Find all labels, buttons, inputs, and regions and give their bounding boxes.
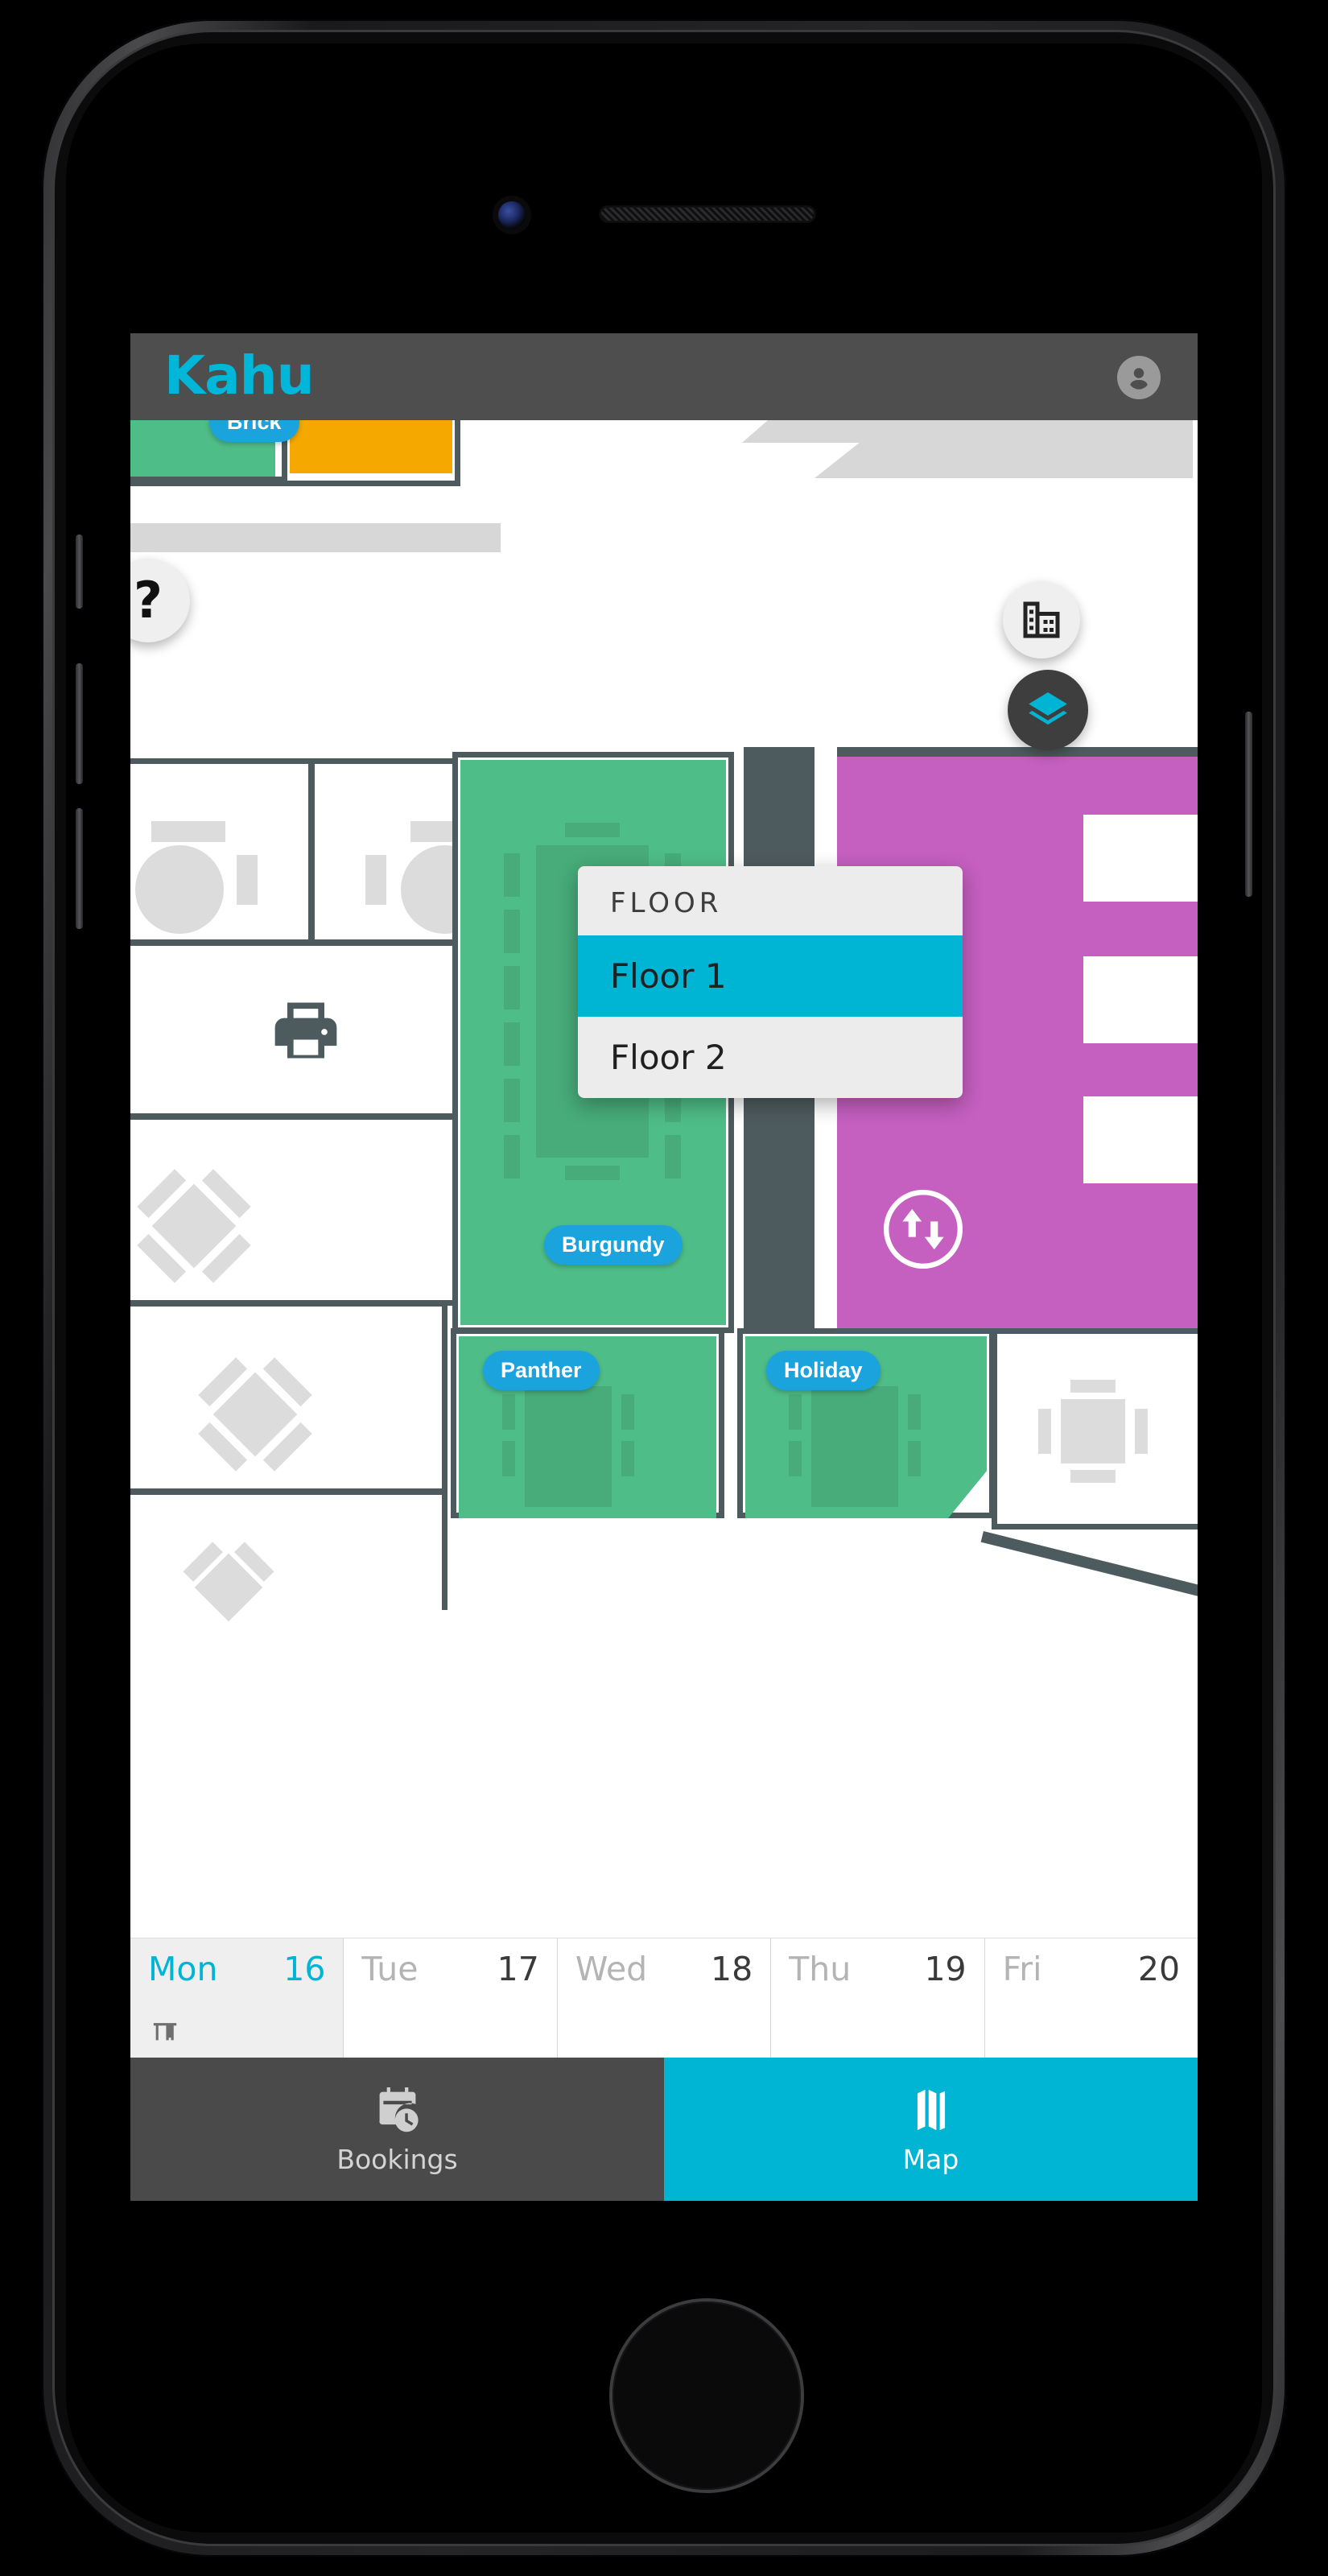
furniture-basin bbox=[135, 845, 224, 934]
corridor-upper-2 bbox=[815, 436, 1193, 478]
building-icon bbox=[1023, 601, 1060, 638]
tab-map[interactable]: Map bbox=[664, 2058, 1198, 2201]
lift-notch bbox=[1083, 956, 1198, 1043]
lift-notch bbox=[1083, 1096, 1198, 1183]
wall-segment bbox=[837, 747, 1198, 757]
date-strip[interactable]: Mon 16 Tue 17 Wed 18 Thu 19 Fri 20 bbox=[130, 1938, 1198, 2058]
volume-up-button[interactable] bbox=[76, 663, 83, 784]
floorplan-map[interactable]: Brick Burgundy Panther Holiday ? bbox=[130, 420, 1198, 2201]
date-dow: Tue bbox=[361, 1950, 419, 1988]
avatar[interactable] bbox=[1117, 356, 1161, 399]
date-dow: Mon bbox=[148, 1950, 218, 1988]
furniture-chair bbox=[504, 1135, 520, 1179]
furniture-chair bbox=[1070, 1470, 1116, 1483]
app-viewport: Brick Burgundy Panther Holiday ? FLOOR F… bbox=[130, 333, 1198, 2201]
earpiece-mesh bbox=[601, 208, 814, 221]
furniture-chair bbox=[565, 1166, 620, 1180]
furniture-chair bbox=[621, 1441, 634, 1476]
account-circle-icon bbox=[1130, 368, 1148, 390]
lift-notch bbox=[1083, 815, 1198, 902]
furniture-chair bbox=[504, 853, 520, 897]
furniture-chair bbox=[621, 1394, 634, 1430]
furniture-chair bbox=[565, 823, 620, 837]
date-num: 18 bbox=[711, 1950, 753, 1988]
furniture-partition bbox=[365, 855, 386, 905]
home-button[interactable] bbox=[612, 2301, 801, 2490]
furniture-chair bbox=[504, 1079, 520, 1122]
furniture-counter bbox=[151, 821, 225, 842]
tab-label-map: Map bbox=[902, 2143, 959, 2175]
date-dow: Wed bbox=[575, 1950, 648, 1988]
date-cell-fri[interactable]: Fri 20 bbox=[985, 1938, 1198, 2058]
furniture-chair bbox=[504, 910, 520, 953]
furniture-chair bbox=[908, 1441, 921, 1476]
date-num: 17 bbox=[497, 1950, 539, 1988]
desk-icon bbox=[153, 2023, 177, 2041]
silent-switch[interactable] bbox=[76, 535, 83, 609]
date-num: 20 bbox=[1137, 1950, 1181, 1988]
wall-segment bbox=[130, 477, 283, 486]
date-cell-wed[interactable]: Wed 18 bbox=[558, 1938, 772, 2058]
help-button[interactable]: ? bbox=[130, 559, 190, 642]
furniture-chair bbox=[504, 1022, 520, 1066]
furniture-chair bbox=[1038, 1409, 1051, 1454]
floor-dropdown-title: FLOOR bbox=[610, 887, 723, 919]
furniture-chair bbox=[502, 1441, 515, 1476]
room-label-burgundy[interactable]: Burgundy bbox=[544, 1225, 683, 1265]
room-label-panther[interactable]: Panther bbox=[483, 1351, 600, 1390]
tab-label-bookings: Bookings bbox=[336, 2143, 458, 2175]
building-selector-button[interactable] bbox=[1003, 581, 1080, 658]
date-num: 16 bbox=[283, 1950, 326, 1988]
corridor-horizontal bbox=[130, 523, 501, 552]
lift-up-down-icon bbox=[883, 1189, 963, 1269]
app-header: Kahu bbox=[130, 333, 1198, 420]
floor-dropdown[interactable]: FLOOR Floor 1 Floor 2 bbox=[578, 866, 963, 1098]
furniture-chair bbox=[1135, 1409, 1148, 1454]
floor-option-floor-2[interactable]: Floor 2 bbox=[578, 1017, 963, 1098]
date-cell-thu[interactable]: Thu 19 bbox=[771, 1938, 985, 2058]
date-num: 19 bbox=[924, 1950, 967, 1988]
furniture-chair bbox=[1070, 1380, 1116, 1393]
furniture-chair bbox=[789, 1441, 802, 1476]
furniture-table bbox=[811, 1386, 898, 1507]
date-dow: Thu bbox=[789, 1950, 852, 1988]
furniture-table bbox=[525, 1386, 612, 1507]
brand-logo: Kahu bbox=[164, 345, 315, 407]
tab-bookings[interactable]: Bookings bbox=[130, 2058, 664, 2201]
room-label-holiday[interactable]: Holiday bbox=[766, 1351, 881, 1390]
earpiece-speaker bbox=[599, 205, 816, 223]
furniture-chair bbox=[789, 1394, 802, 1430]
wall-diagonal bbox=[980, 1531, 1198, 1597]
question-mark-icon: ? bbox=[134, 571, 163, 630]
furniture-chair bbox=[502, 1394, 515, 1430]
furniture-partition bbox=[237, 855, 258, 905]
volume-down-button[interactable] bbox=[76, 808, 83, 929]
layers-button[interactable] bbox=[1008, 670, 1088, 750]
date-dow: Fri bbox=[1002, 1950, 1042, 1988]
booking-clock-icon bbox=[378, 2087, 419, 2132]
date-cell-mon[interactable]: Mon 16 bbox=[130, 1938, 344, 2058]
printer-icon bbox=[274, 1002, 337, 1059]
power-button[interactable] bbox=[1245, 712, 1252, 897]
layers-icon bbox=[1029, 692, 1067, 725]
furniture-chair bbox=[504, 966, 520, 1009]
room-label-brick[interactable]: Brick bbox=[209, 420, 299, 442]
front-camera-icon bbox=[498, 201, 526, 229]
map-icon bbox=[917, 2089, 945, 2130]
furniture-square-table bbox=[1061, 1399, 1125, 1463]
furniture-chair bbox=[665, 1135, 681, 1179]
bottom-tab-bar[interactable]: Bookings Map bbox=[130, 2058, 1198, 2201]
room-orange-fill[interactable] bbox=[290, 420, 452, 473]
furniture-chair bbox=[908, 1394, 921, 1430]
date-cell-tue[interactable]: Tue 17 bbox=[344, 1938, 558, 2058]
floor-option-floor-1[interactable]: Floor 1 bbox=[578, 935, 963, 1017]
